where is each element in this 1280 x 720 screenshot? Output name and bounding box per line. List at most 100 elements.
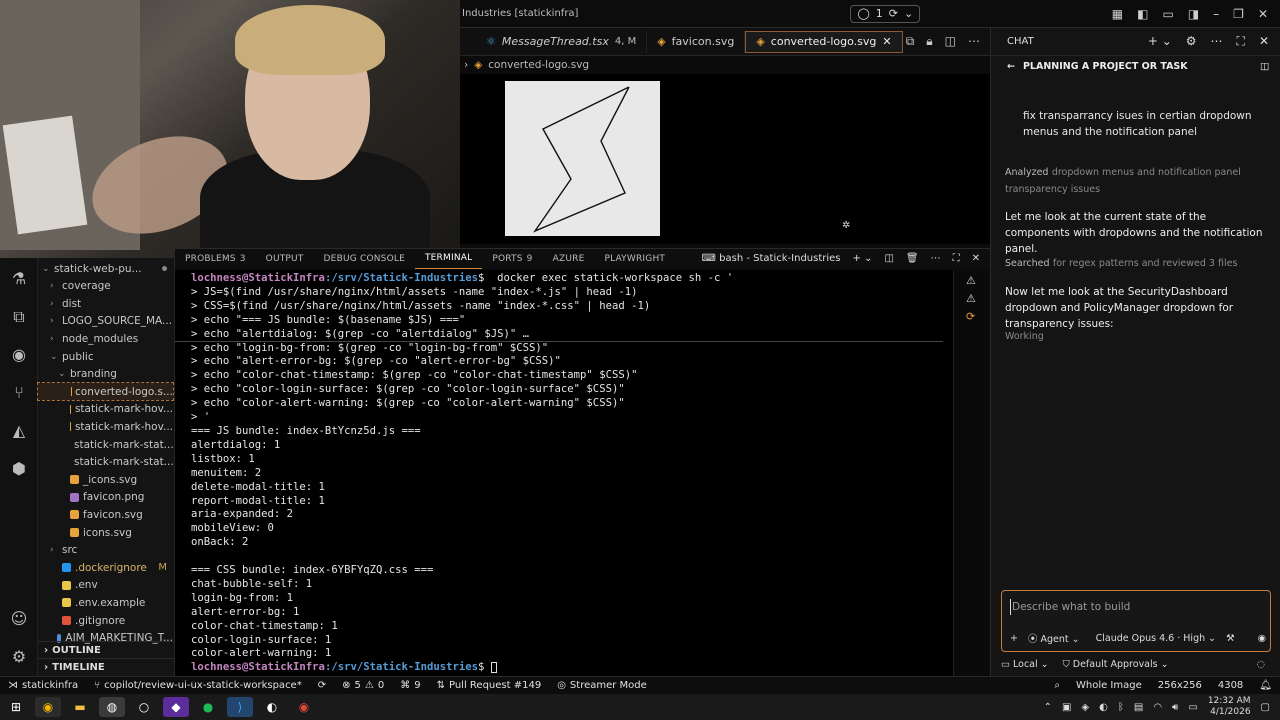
chat-input[interactable]: [1010, 599, 1260, 615]
tab-azure[interactable]: AZURE: [543, 249, 595, 269]
file-explorer-icon[interactable]: ▬: [67, 697, 93, 717]
new-chat-icon[interactable]: + ⌄: [1148, 34, 1172, 49]
timeline-section[interactable]: › TIMELINE: [38, 658, 175, 675]
settings-gear-icon[interactable]: ⚙: [8, 646, 30, 668]
tree-item[interactable]: ⌄ public: [38, 348, 173, 365]
sync-icon[interactable]: ⟳: [310, 680, 334, 691]
tools-icon[interactable]: ⚒: [1226, 633, 1235, 644]
whole-image[interactable]: Whole Image: [1068, 680, 1150, 691]
tab-favicon[interactable]: ◈ favicon.svg: [647, 30, 746, 53]
tab-messagethread[interactable]: ⚛ MessageThread.tsx 4, M: [476, 30, 648, 53]
app-icon[interactable]: ◆: [163, 697, 189, 717]
streamer-mode[interactable]: ◎ Streamer Mode: [549, 680, 655, 691]
tree-item[interactable]: ⌄ statick-web-pu...: [38, 260, 173, 277]
app-icon[interactable]: ◐: [259, 697, 285, 717]
extensions-icon[interactable]: ⧉: [8, 306, 30, 328]
tree-item[interactable]: statick-mark-hov...: [38, 418, 173, 435]
tray-icon[interactable]: ◐: [1099, 702, 1108, 713]
tree-item[interactable]: _icons.svg: [38, 471, 173, 488]
bluetooth-icon[interactable]: ᛒ: [1118, 702, 1124, 713]
open-changes-icon[interactable]: ⧉: [906, 34, 915, 49]
warning-icon[interactable]: ⚠: [966, 292, 976, 305]
tree-item[interactable]: ⌄ branding: [38, 366, 173, 383]
tab-output[interactable]: OUTPUT: [256, 249, 314, 269]
tray-icon[interactable]: ▤: [1134, 702, 1143, 713]
chrome-icon[interactable]: ◉: [291, 697, 317, 717]
close-tab-icon[interactable]: ✕: [882, 35, 891, 48]
tab-playwright[interactable]: PLAYWRIGHT: [594, 249, 675, 269]
close-icon[interactable]: ✕: [1258, 7, 1268, 21]
github-icon[interactable]: ◉: [8, 344, 30, 366]
remote-indicator[interactable]: ⋊ statickinfra: [0, 680, 86, 691]
container-icon[interactable]: ⬢: [8, 458, 30, 480]
tray-icon[interactable]: ⌃: [1044, 702, 1052, 713]
split-editor-icon[interactable]: ◫: [945, 34, 956, 49]
vscode-icon[interactable]: ⟩: [227, 697, 253, 717]
tab-converted-logo[interactable]: ◈ converted-logo.svg ✕: [745, 30, 903, 53]
zoom-icon[interactable]: ⌕: [1046, 680, 1068, 691]
status-pill[interactable]: ◯ 1 ⟳ ⌄: [850, 4, 921, 23]
tab-ports[interactable]: PORTS 9: [482, 249, 542, 269]
new-terminal-icon[interactable]: + ⌄: [853, 253, 873, 264]
stop-icon[interactable]: ◉: [1258, 633, 1266, 644]
settings-gear-icon[interactable]: ⚙: [1186, 34, 1197, 49]
flask-icon[interactable]: ⚗: [8, 268, 30, 290]
close-icon[interactable]: ✕: [1259, 34, 1269, 49]
more-icon[interactable]: ⋯: [931, 253, 941, 264]
outline-section[interactable]: › OUTLINE: [38, 641, 175, 658]
local-select[interactable]: ▭ Local ⌄: [1001, 659, 1049, 670]
tree-item[interactable]: favicon.svg: [38, 506, 173, 523]
battery-icon[interactable]: ▭: [1188, 702, 1197, 713]
tray-icon[interactable]: ◈: [1081, 702, 1089, 713]
tree-item[interactable]: .dockerignore M: [38, 559, 173, 576]
add-context-icon[interactable]: +: [1010, 633, 1018, 644]
tree-item[interactable]: › LOGO_SOURCE_MA...: [38, 313, 173, 330]
tree-item[interactable]: › coverage: [38, 278, 173, 295]
more-icon[interactable]: ⋯: [968, 34, 980, 49]
minimize-icon[interactable]: –: [1213, 7, 1219, 21]
tree-item[interactable]: › src: [38, 542, 173, 559]
lock-icon[interactable]: 🔒︎: [926, 34, 932, 49]
warning-icon[interactable]: ⚠: [966, 274, 976, 287]
chrome-icon[interactable]: ◉: [35, 697, 61, 717]
tab-problems[interactable]: PROBLEMS 3: [175, 249, 256, 269]
maximize-icon[interactable]: ⛶: [1237, 34, 1245, 49]
agent-mode-select[interactable]: ⦿ Agent ⌄: [1028, 631, 1080, 645]
terminal-output[interactable]: lochness@StatickInfra:/srv/Statick-Indus…: [175, 270, 953, 676]
secondary-sidebar-icon[interactable]: ◨: [1188, 7, 1199, 21]
branch-indicator[interactable]: ⑂ copilot/review-ui-ux-statick-workspace*: [86, 680, 310, 691]
copilot-icon[interactable]: ⟳: [966, 310, 975, 323]
restore-icon[interactable]: ❐: [1233, 7, 1244, 21]
terminal-selector[interactable]: ⌨ bash - Statick-Industries: [702, 253, 841, 264]
tray-icon[interactable]: ▣: [1062, 702, 1071, 713]
source-control-icon[interactable]: ⑂: [8, 382, 30, 404]
app-icon[interactable]: ○: [131, 697, 157, 717]
tree-item[interactable]: .env: [38, 577, 173, 594]
model-select[interactable]: Claude Opus 4.6 · High ⌄: [1096, 633, 1217, 644]
panel-toggle-icon[interactable]: ▭: [1162, 7, 1173, 21]
tree-item[interactable]: statick-mark-hov...: [38, 401, 173, 418]
problems-indicator[interactable]: ⊗ 5 ⚠ 0: [334, 680, 392, 691]
split-terminal-icon[interactable]: ◫: [884, 253, 893, 264]
azure-icon[interactable]: ◭: [8, 420, 30, 442]
tree-item[interactable]: .gitignore: [38, 612, 173, 629]
layout-icon[interactable]: ▦: [1112, 7, 1123, 21]
sidebar-toggle-icon[interactable]: ◧: [1137, 7, 1148, 21]
volume-icon[interactable]: 🔊︎: [1172, 702, 1178, 713]
account-icon[interactable]: ☺: [8, 608, 30, 630]
pull-request-indicator[interactable]: ⇅ Pull Request #149: [429, 680, 550, 691]
trash-icon[interactable]: 🗑︎: [906, 253, 919, 264]
network-icon[interactable]: ◠: [1153, 702, 1162, 713]
back-arrow-icon[interactable]: ←: [1007, 61, 1015, 72]
app-icon[interactable]: ◍: [99, 697, 125, 717]
tree-item[interactable]: › node_modules: [38, 330, 173, 347]
notifications-icon[interactable]: 🔔︎: [1251, 680, 1280, 691]
tree-item[interactable]: icons.svg: [38, 524, 173, 541]
close-panel-icon[interactable]: ✕: [972, 253, 980, 264]
tree-item[interactable]: .env.example: [38, 594, 173, 611]
tree-item[interactable]: statick-mark-stat...: [38, 454, 173, 471]
tree-item[interactable]: converted-logo.s...: [37, 382, 174, 402]
tree-item[interactable]: statick-mark-stat...: [38, 436, 173, 453]
tab-terminal[interactable]: TERMINAL: [414, 249, 483, 269]
clock[interactable]: 12:32 AM 4/1/2026: [1208, 696, 1251, 718]
